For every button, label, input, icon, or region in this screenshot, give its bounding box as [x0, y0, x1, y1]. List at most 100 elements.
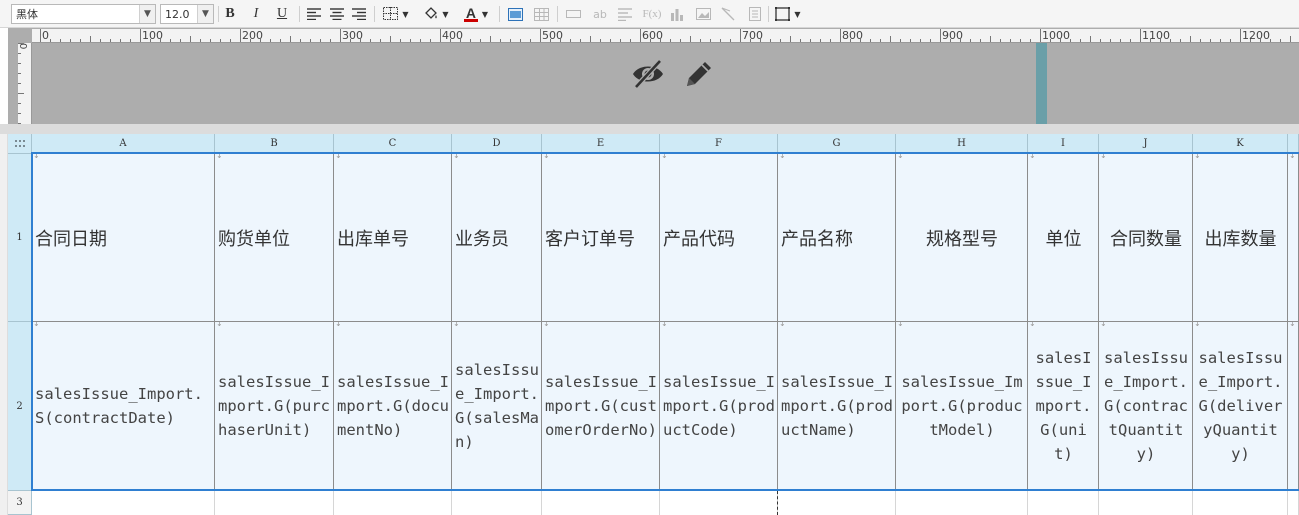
divider: [768, 6, 769, 22]
pencil-icon[interactable]: [683, 58, 715, 93]
slash-button[interactable]: [720, 4, 736, 24]
column-header-g[interactable]: G: [778, 134, 896, 154]
ruler-minor-tick: [270, 39, 271, 42]
cell-border-button[interactable]: ▼: [774, 4, 802, 24]
picture-frame-button[interactable]: [695, 4, 711, 24]
cell-g3[interactable]: [778, 491, 896, 515]
column-header-d[interactable]: D: [452, 134, 542, 154]
cell-g1[interactable]: ↓ 产品名称: [778, 154, 896, 322]
cell-j2[interactable]: ↓ salesIssue_Import.G(contractQuantity): [1099, 322, 1193, 491]
column-header-e[interactable]: E: [542, 134, 660, 154]
cell-i2[interactable]: ↓ salesIssue_Import.G(unit): [1028, 322, 1099, 491]
column-header-j[interactable]: J: [1099, 134, 1193, 154]
cell-c1[interactable]: ↓ 出库单号: [334, 154, 452, 322]
cell-h1[interactable]: ↓ 规格型号: [896, 154, 1028, 322]
cell-overflow2[interactable]: ↓: [1288, 322, 1299, 491]
cell-i3[interactable]: [1028, 491, 1099, 515]
cell-d3[interactable]: [452, 491, 542, 515]
cell-a3[interactable]: [32, 491, 215, 515]
italic-button[interactable]: I: [248, 4, 264, 24]
cell-a2[interactable]: ↓ salesIssue_Import.S(contractDate): [32, 322, 215, 491]
column-header-a[interactable]: A: [32, 134, 215, 154]
cell-d2[interactable]: ↓ salesIssue_Import.G(salesMan): [452, 322, 542, 491]
cell-a1[interactable]: ↓ 合同日期: [32, 154, 215, 322]
fill-color-button[interactable]: ▼: [421, 4, 451, 24]
merge-button[interactable]: [565, 4, 581, 24]
chart-button[interactable]: [669, 4, 685, 24]
page-boundary-marker[interactable]: [1036, 43, 1047, 124]
ruler-minor-tick: [360, 39, 361, 42]
ruler-minor-tick: [620, 39, 621, 42]
align-left-button[interactable]: [306, 4, 322, 24]
border-button[interactable]: ▼: [381, 4, 411, 24]
font-family-select[interactable]: 黑体 ▼: [11, 4, 156, 24]
ruler-minor-tick: [520, 39, 521, 42]
ruler-minor-tick: [1190, 36, 1191, 42]
cell-b3[interactable]: [215, 491, 334, 515]
ruler-minor-tick: [380, 39, 381, 42]
data-cell-expression: salesIssue_Import.G(productName): [781, 373, 893, 439]
data-cell-expression: salesIssue_Import.G(productModel): [901, 373, 1023, 439]
cell-f3[interactable]: [660, 491, 778, 515]
wrap-button[interactable]: [617, 4, 633, 24]
ruler-minor-tick: [18, 73, 21, 74]
cell-overflow3[interactable]: [1288, 491, 1299, 515]
table-button[interactable]: [533, 4, 549, 24]
row-header-2[interactable]: 2: [8, 322, 32, 491]
cell-h3[interactable]: [896, 491, 1028, 515]
column-header-h[interactable]: H: [896, 134, 1028, 154]
chevron-down-icon: ▼: [139, 5, 155, 23]
row-header-1[interactable]: 1: [8, 154, 32, 322]
ruler-minor-tick: [990, 36, 991, 42]
data-cell-expression: salesIssue_Import.G(unit): [1035, 349, 1092, 463]
formula-button[interactable]: F(x): [641, 4, 663, 24]
ruler-minor-tick: [500, 39, 501, 42]
cell-h2[interactable]: ↓ salesIssue_Import.G(productModel): [896, 322, 1028, 491]
cell-f1[interactable]: ↓ 产品代码: [660, 154, 778, 322]
ruler-minor-tick: [870, 39, 871, 42]
spell-button[interactable]: ab: [591, 4, 609, 24]
cell-e2[interactable]: ↓ salesIssue_Import.G(customerOrderNo): [542, 322, 660, 491]
page-button[interactable]: [747, 4, 763, 24]
row-header-3[interactable]: 3: [8, 491, 32, 515]
cell-i1[interactable]: ↓ 单位: [1028, 154, 1099, 322]
cell-g2[interactable]: ↓ salesIssue_Import.G(productName): [778, 322, 896, 491]
font-color-button[interactable]: A ▼: [460, 4, 492, 24]
column-header-b[interactable]: B: [215, 134, 334, 154]
cell-b2[interactable]: ↓ salesIssue_Import.G(purchaserUnit): [215, 322, 334, 491]
cell-k1[interactable]: ↓ 出库数量: [1193, 154, 1288, 322]
ruler-minor-tick: [1000, 39, 1001, 42]
cell-b1[interactable]: ↓ 购货单位: [215, 154, 334, 322]
cell-f2[interactable]: ↓ salesIssue_Import.G(productCode): [660, 322, 778, 491]
ruler-label: 1200: [1242, 29, 1270, 42]
column-header-i[interactable]: I: [1028, 134, 1099, 154]
column-header-c[interactable]: C: [334, 134, 452, 154]
grid-handle-icon[interactable]: [8, 134, 32, 154]
ruler-minor-tick: [720, 39, 721, 42]
align-center-button[interactable]: [329, 4, 345, 24]
underline-button[interactable]: U: [274, 4, 290, 24]
bold-button[interactable]: B: [222, 4, 238, 24]
cell-j3[interactable]: [1099, 491, 1193, 515]
cell-e1[interactable]: ↓ 客户订单号: [542, 154, 660, 322]
column-header-f[interactable]: F: [660, 134, 778, 154]
cell-d1[interactable]: ↓ 业务员: [452, 154, 542, 322]
eye-slash-icon[interactable]: [631, 58, 665, 93]
band-separator: [0, 124, 1299, 134]
cell-c3[interactable]: [334, 491, 452, 515]
column-header-overflow[interactable]: [1288, 134, 1299, 154]
diagonal-line-icon: [721, 7, 735, 21]
ruler-minor-tick: [1210, 39, 1211, 42]
cell-j1[interactable]: ↓ 合同数量: [1099, 154, 1193, 322]
align-right-button[interactable]: [351, 4, 367, 24]
column-header-k[interactable]: K: [1193, 134, 1288, 154]
ruler-minor-tick: [560, 39, 561, 42]
cell-k3[interactable]: [1193, 491, 1288, 515]
cell-e3[interactable]: [542, 491, 660, 515]
cell-k2[interactable]: ↓ salesIssue_Import.G(deliveryQuantity): [1193, 322, 1288, 491]
cell-c2[interactable]: ↓ salesIssue_Import.G(documentNo): [334, 322, 452, 491]
image-button[interactable]: [507, 4, 523, 24]
ruler-minor-tick: [980, 39, 981, 42]
font-size-select[interactable]: 12.0 ▼: [160, 4, 214, 24]
cell-overflow1[interactable]: ↓: [1288, 154, 1299, 322]
